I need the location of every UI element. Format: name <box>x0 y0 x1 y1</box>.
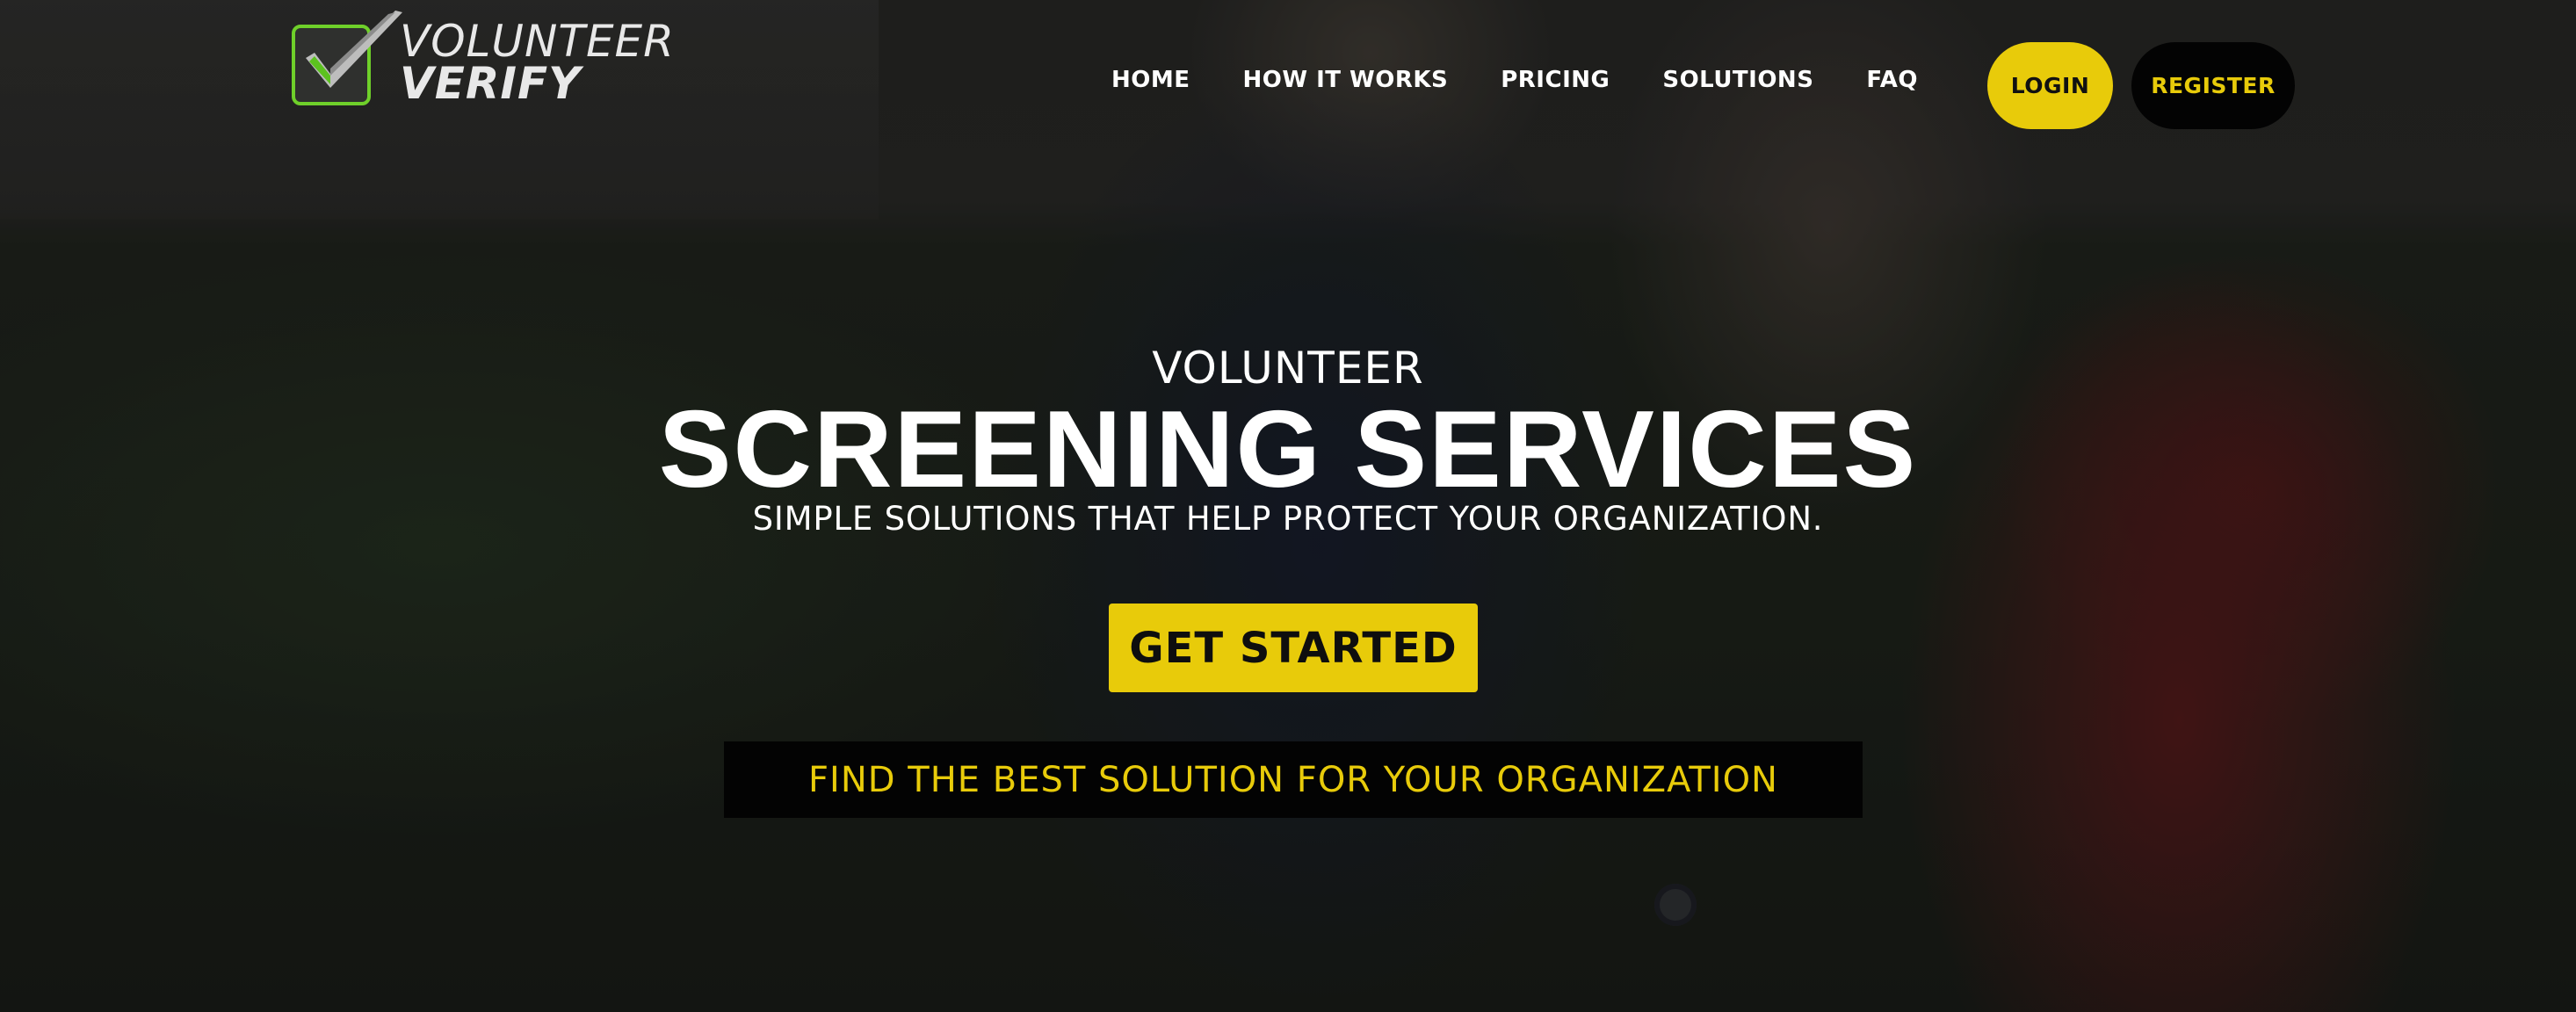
page: VOLUNTEER VERIFY HOME HOW IT WORKS PRICI… <box>0 0 2576 1012</box>
hero-title: SCREENING SERVICES <box>658 389 1918 510</box>
get-started-button[interactable]: GET STARTED <box>1109 604 1478 692</box>
hero-eyebrow: VOLUNTEER <box>1152 343 1424 394</box>
hero-section: VOLUNTEER SCREENING SERVICES SIMPLE SOLU… <box>0 0 2576 1012</box>
find-solution-button[interactable]: FIND THE BEST SOLUTION FOR YOUR ORGANIZA… <box>724 741 1863 818</box>
hero-subtitle: SIMPLE SOLUTIONS THAT HELP PROTECT YOUR … <box>752 500 1824 538</box>
